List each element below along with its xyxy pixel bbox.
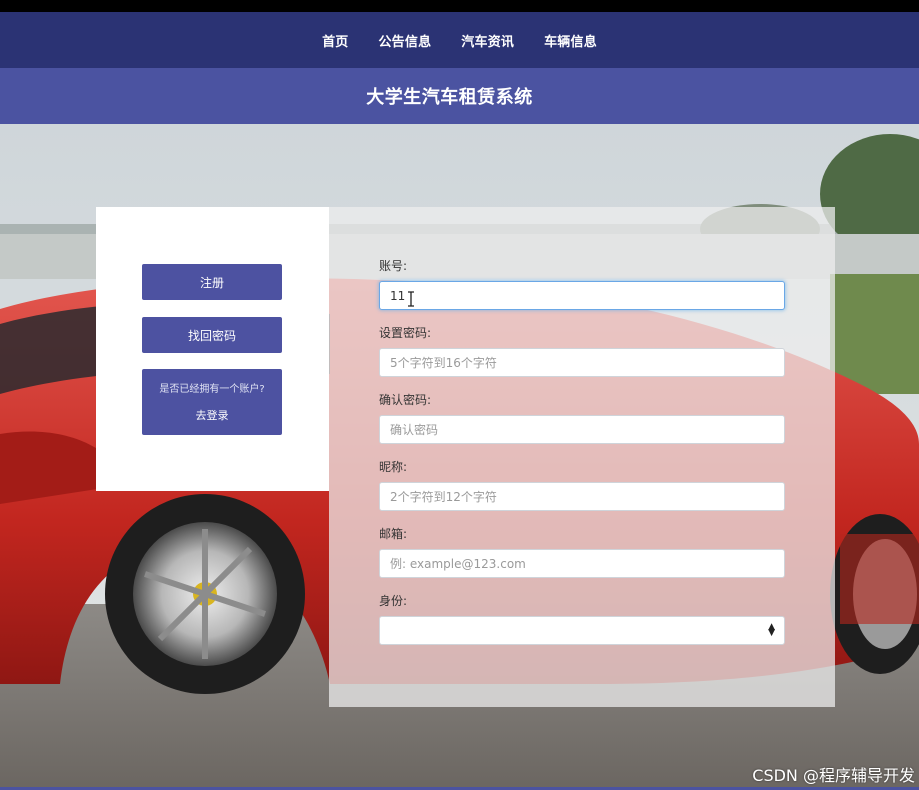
nav-item-car-news[interactable]: 汽车资讯 bbox=[461, 25, 514, 56]
select-arrows-icon: ▲ ▼ bbox=[768, 622, 775, 638]
login-box: 是否已经拥有一个账户? 去登录 bbox=[142, 369, 282, 435]
register-button[interactable]: 注册 bbox=[142, 264, 282, 300]
identity-select[interactable]: ▲ ▼ bbox=[379, 616, 785, 645]
go-login-link[interactable]: 去登录 bbox=[142, 407, 282, 423]
email-input[interactable] bbox=[379, 549, 785, 578]
watermark: CSDN @程序辅导开发 bbox=[752, 766, 915, 785]
identity-label: 身份: bbox=[379, 594, 408, 608]
register-form: 账号: 设置密码: 确认密码: 昵称: 邮箱: 身份: ▲▼ bbox=[329, 207, 835, 707]
account-label: 账号: bbox=[379, 259, 408, 273]
site-title: 大学生汽车租赁系统 bbox=[366, 87, 533, 108]
main-nav: 首页 公告信息 汽车资讯 车辆信息 bbox=[0, 12, 919, 68]
top-black-bar bbox=[0, 0, 919, 12]
find-password-button[interactable]: 找回密码 bbox=[142, 317, 282, 353]
login-prompt: 是否已经拥有一个账户? bbox=[159, 384, 265, 395]
nav-item-announcements[interactable]: 公告信息 bbox=[378, 25, 431, 56]
nickname-input[interactable] bbox=[379, 482, 785, 511]
text-cursor-icon bbox=[408, 291, 414, 307]
email-label: 邮箱: bbox=[379, 527, 408, 541]
confirm-password-label: 确认密码: bbox=[379, 393, 432, 407]
password-label: 设置密码: bbox=[379, 326, 432, 340]
confirm-password-input[interactable] bbox=[379, 415, 785, 444]
password-input[interactable] bbox=[379, 348, 785, 377]
nickname-label: 昵称: bbox=[379, 460, 408, 474]
side-card: 注册 找回密码 是否已经拥有一个账户? 去登录 bbox=[96, 207, 329, 491]
title-band: 大学生汽车租赁系统 bbox=[0, 68, 919, 124]
nav-item-vehicles[interactable]: 车辆信息 bbox=[544, 25, 597, 56]
nav-item-home[interactable]: 首页 bbox=[322, 25, 348, 56]
account-input[interactable] bbox=[379, 281, 785, 310]
